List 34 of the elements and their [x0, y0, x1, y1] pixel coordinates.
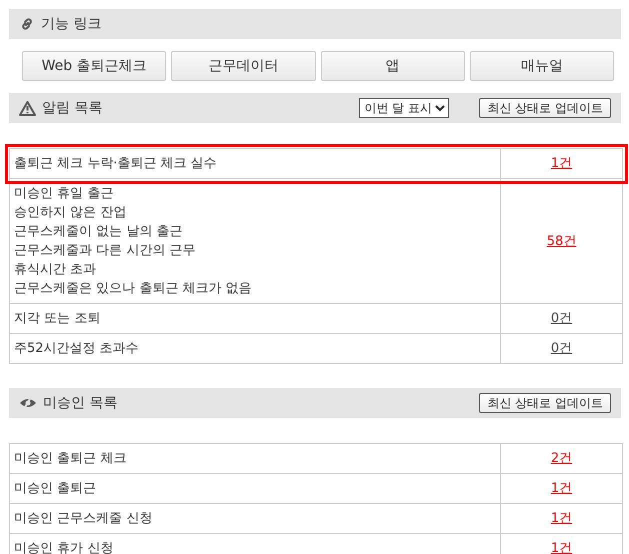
link-button[interactable]: 근무데이터 — [171, 51, 316, 81]
count-link[interactable]: 1건 — [550, 481, 572, 496]
period-select[interactable]: 이번 달 표시 — [359, 98, 450, 118]
section-title: 기능 링크 — [41, 15, 102, 33]
alert-label: 근무스케줄은 있으나 출퇴근 체크가 없음 — [14, 281, 252, 296]
warning-icon — [19, 100, 36, 116]
alert-label: 근무스케줄과 다른 시간의 근무 — [14, 243, 196, 258]
section-title: 미승인 목록 — [43, 394, 118, 412]
count-link[interactable]: 58건 — [546, 234, 576, 248]
eye-icon — [19, 396, 37, 410]
count-link[interactable]: 1건 — [550, 511, 572, 526]
update-button[interactable]: 최신 상태로 업데이트 — [479, 98, 611, 118]
unapproved-label: 미승인 출퇴근 — [14, 481, 96, 496]
count-link[interactable]: 1건 — [550, 541, 572, 554]
link-button[interactable]: 앱 — [320, 51, 465, 81]
section-title: 알림 목록 — [42, 99, 102, 117]
alert-label: 지각 또는 조퇴 — [14, 311, 100, 326]
count-link[interactable]: 1건 — [550, 156, 572, 171]
link-button[interactable]: Web 출퇴근체크 — [22, 51, 166, 81]
count-link[interactable]: 0건 — [550, 311, 572, 326]
unapproved-label: 미승인 출퇴근 체크 — [14, 451, 126, 466]
unapproved-label: 미승인 근무스케줄 신청 — [14, 511, 152, 526]
link-button[interactable]: 매뉴얼 — [470, 51, 614, 81]
alert-label: 미승인 휴일 출근 — [14, 186, 114, 201]
link-icon — [19, 16, 35, 32]
alert-label: 근무스케줄이 없는 날의 출근 — [14, 224, 182, 239]
alert-label: 휴식시간 초과 — [14, 262, 96, 277]
alert-label: 출퇴근 체크 누락·출퇴근 체크 실수 — [14, 156, 217, 171]
count-link[interactable]: 0건 — [550, 341, 572, 356]
update-button[interactable]: 최신 상태로 업데이트 — [479, 393, 611, 413]
count-link[interactable]: 2건 — [550, 451, 572, 466]
alert-label: 주52시간설정 초과수 — [14, 341, 139, 356]
unapproved-label: 미승인 휴가 신청 — [14, 541, 114, 554]
alert-label: 승인하지 않은 잔업 — [14, 205, 126, 220]
